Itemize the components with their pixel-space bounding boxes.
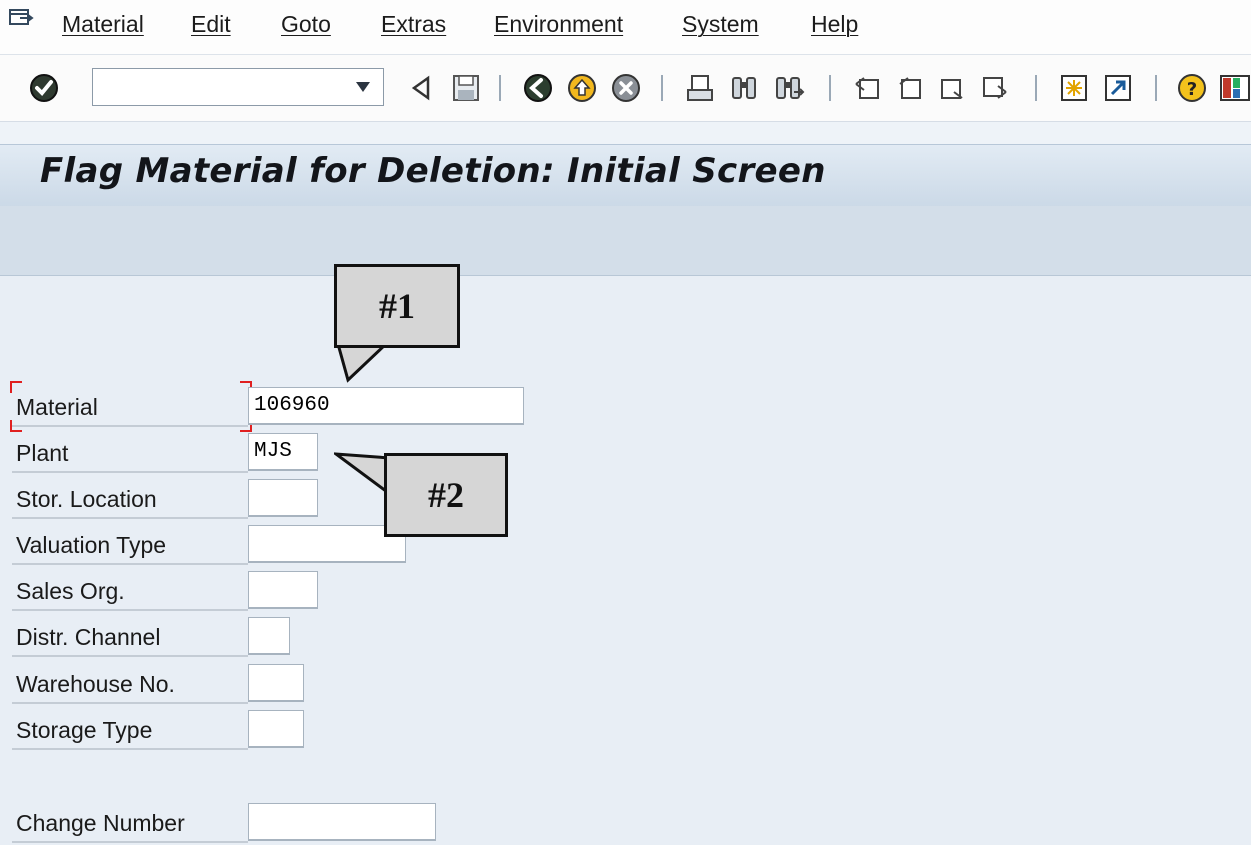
menu-help[interactable]: Help (811, 11, 858, 38)
next-page-icon[interactable] (934, 70, 970, 106)
callout-1: #1 (334, 264, 460, 348)
storage-location-input[interactable] (248, 479, 318, 517)
plant-input[interactable] (248, 433, 318, 471)
change-number-input[interactable] (248, 803, 436, 841)
toolbar-separator (829, 75, 831, 101)
save-icon[interactable] (448, 70, 484, 106)
warehouse-number-label: Warehouse No. (12, 666, 248, 704)
help-icon[interactable]: ? (1174, 70, 1210, 106)
command-dropdown-arrow-icon[interactable] (355, 80, 371, 94)
storage-type-label: Storage Type (12, 712, 248, 750)
storage-type-input[interactable] (248, 710, 304, 748)
page-title: Flag Material for Deletion: Initial Scre… (40, 151, 826, 191)
first-page-icon[interactable] (850, 70, 886, 106)
menu-material[interactable]: Material (62, 11, 144, 38)
toolbar-separator (499, 75, 501, 101)
distribution-channel-input[interactable] (248, 617, 290, 655)
back-icon[interactable] (404, 70, 440, 106)
toolbar-separator (1035, 75, 1037, 101)
menu-environment[interactable]: Environment (494, 11, 623, 38)
menu-edit[interactable]: Edit (191, 11, 231, 38)
toolbar-separator (661, 75, 663, 101)
shortcut-icon[interactable] (1100, 70, 1136, 106)
command-field[interactable] (92, 68, 384, 106)
title-bar: Flag Material for Deletion: Initial Scre… (0, 144, 1251, 207)
menu-bar: Material Edit Goto Extras Environment Sy… (0, 0, 1251, 55)
green-back-icon[interactable] (520, 70, 556, 106)
last-page-icon[interactable] (976, 70, 1012, 106)
cancel-icon[interactable] (608, 70, 644, 106)
material-input[interactable] (248, 387, 524, 425)
toolbar-gap (0, 122, 1251, 144)
plant-label: Plant (12, 435, 248, 473)
exit-icon[interactable] (564, 70, 600, 106)
menu-goto[interactable]: Goto (281, 11, 331, 38)
callout-2: #2 (384, 453, 508, 537)
enter-icon[interactable] (26, 70, 62, 106)
menu-system[interactable]: System (682, 11, 759, 38)
create-session-icon[interactable] (1056, 70, 1092, 106)
menu-options-icon[interactable] (8, 7, 34, 29)
layout-icon[interactable] (1217, 70, 1251, 106)
valuation-type-label: Valuation Type (12, 527, 248, 565)
sales-org-label: Sales Org. (12, 573, 248, 611)
find-icon[interactable] (726, 70, 762, 106)
valuation-type-input[interactable] (248, 525, 406, 563)
find-next-icon[interactable] (770, 70, 806, 106)
toolbar-separator (1155, 75, 1157, 101)
sales-org-input[interactable] (248, 571, 318, 609)
svg-text:?: ? (1187, 79, 1197, 100)
warehouse-number-input[interactable] (248, 664, 304, 702)
standard-toolbar: ? (0, 55, 1251, 122)
change-number-label: Change Number (12, 805, 248, 843)
storage-location-label: Stor. Location (12, 481, 248, 519)
distribution-channel-label: Distr. Channel (12, 619, 248, 657)
previous-page-icon[interactable] (892, 70, 928, 106)
menu-extras[interactable]: Extras (381, 11, 446, 38)
print-icon[interactable] (682, 70, 718, 106)
application-toolbar (0, 206, 1251, 276)
material-label: Material (12, 389, 248, 427)
